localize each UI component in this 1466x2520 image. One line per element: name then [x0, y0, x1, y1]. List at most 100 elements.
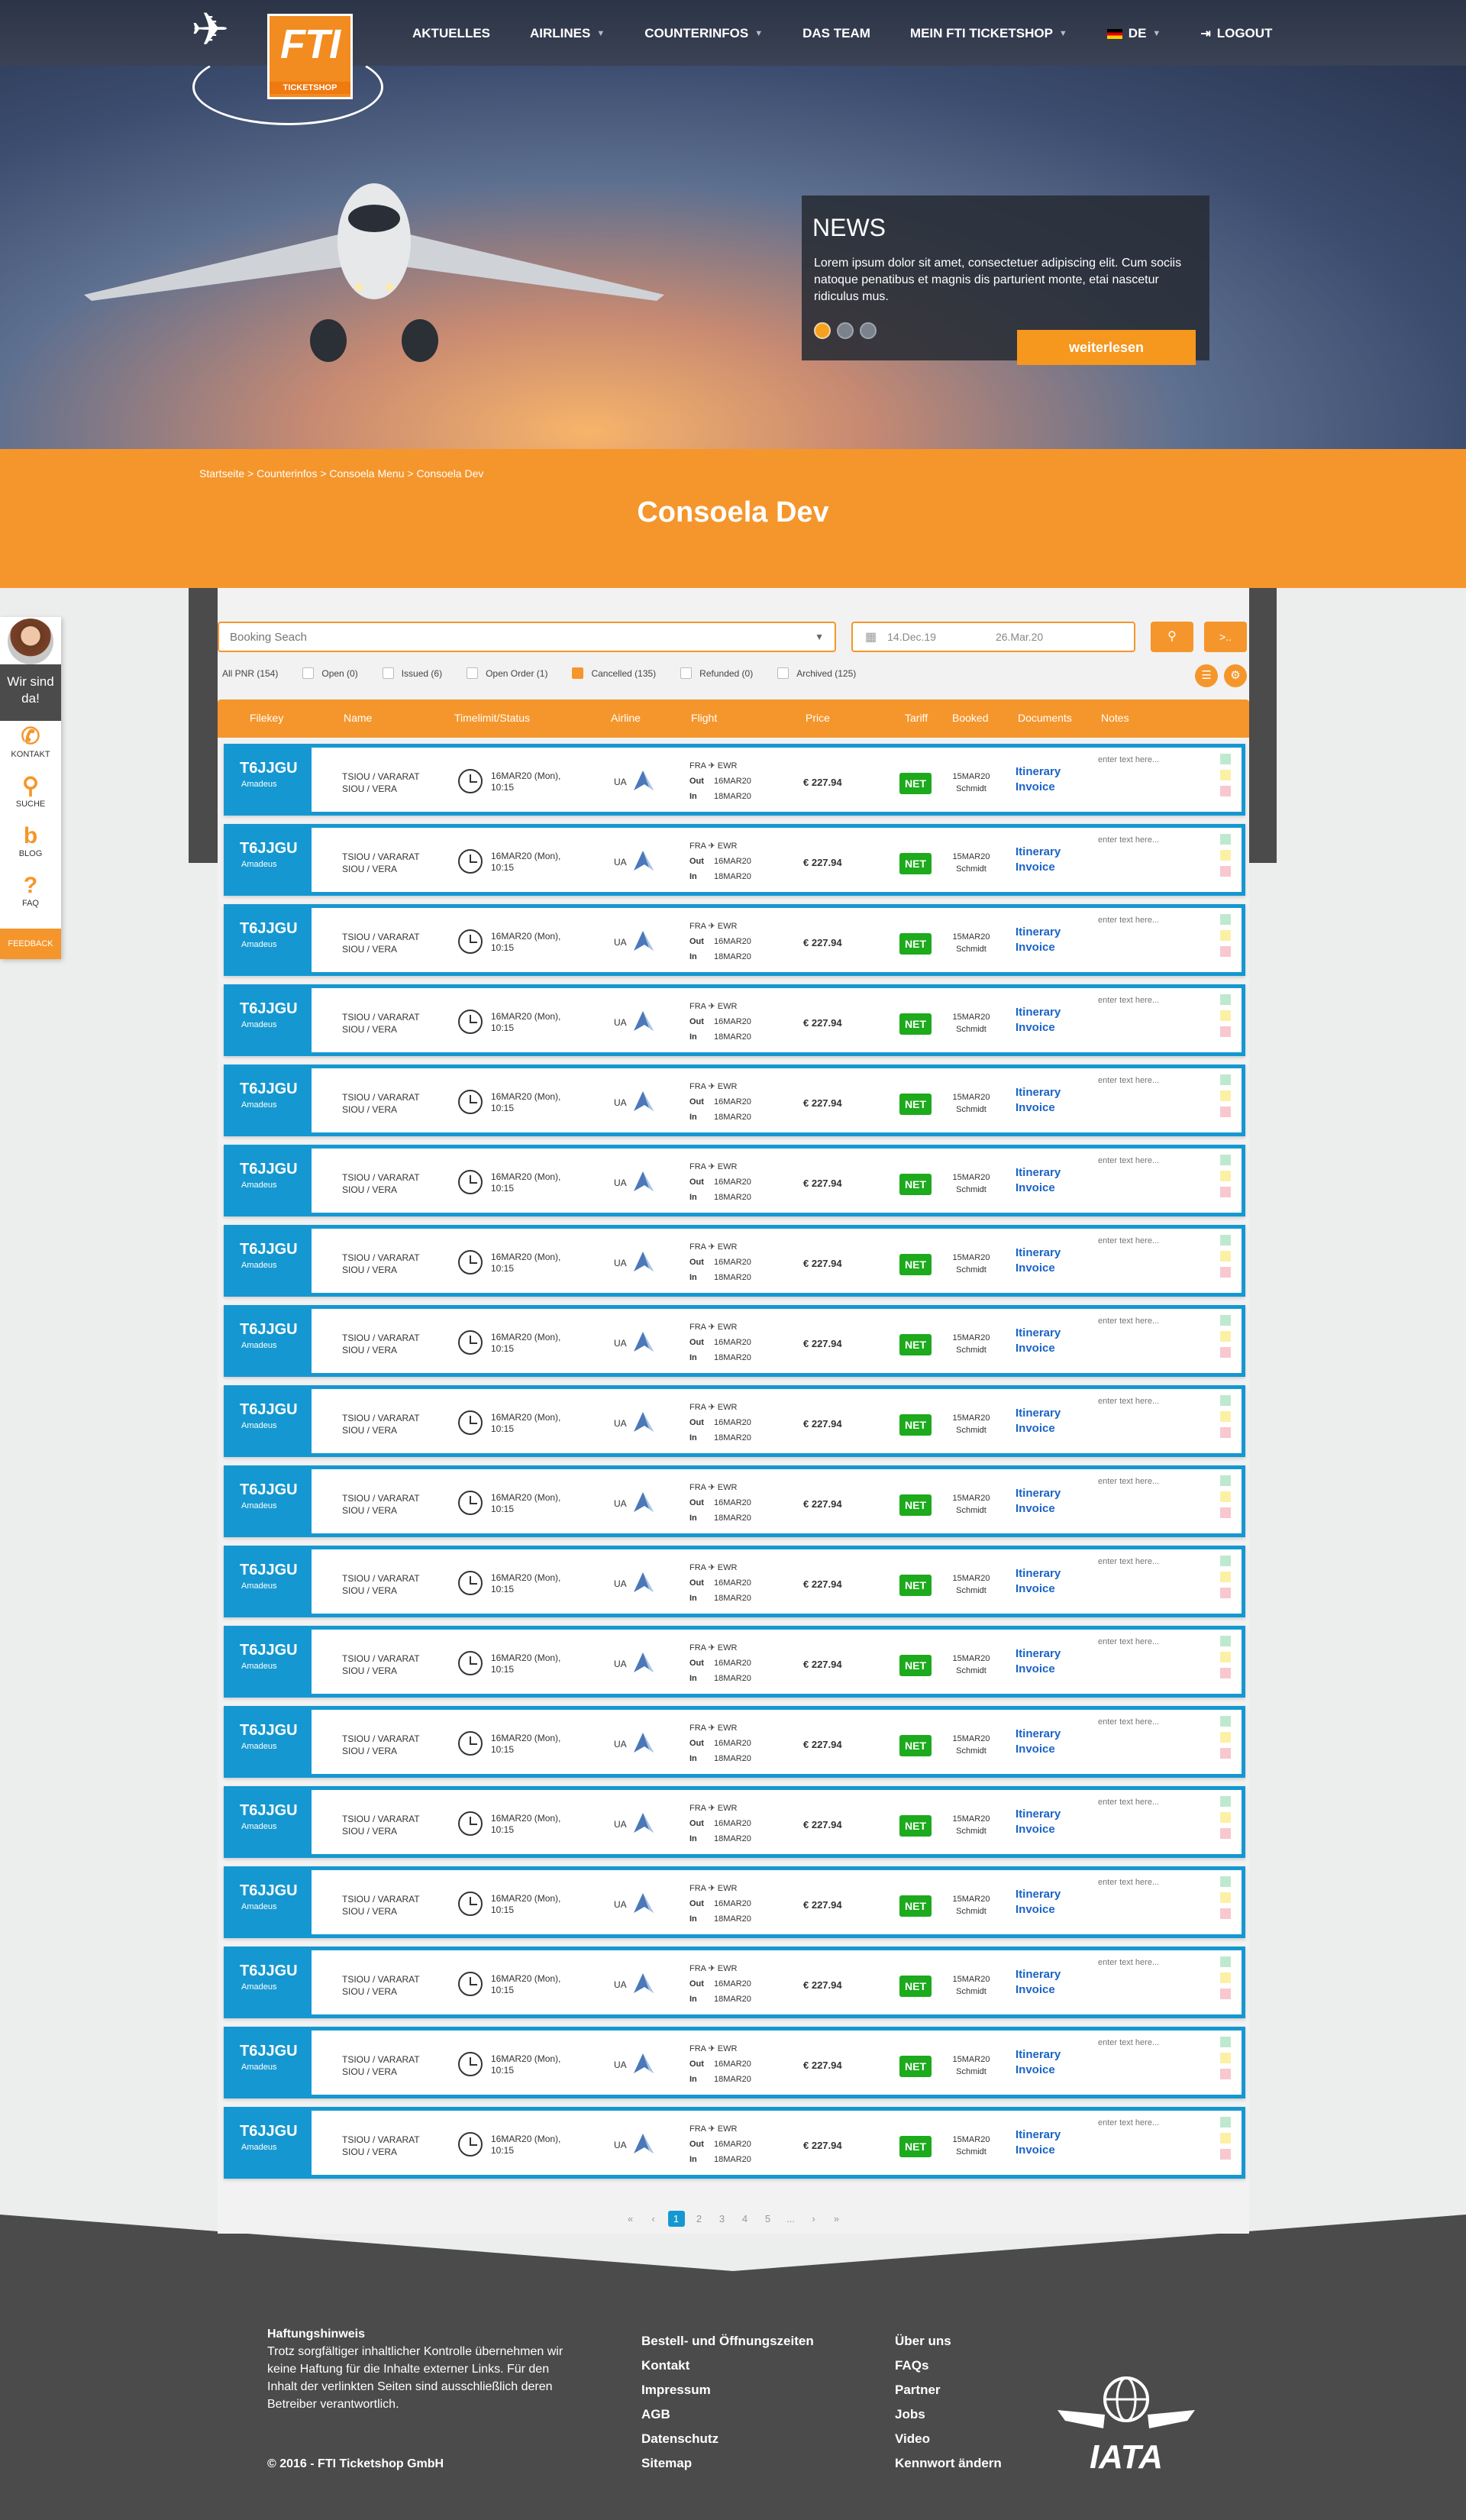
- tag-green[interactable]: [1220, 1956, 1231, 1967]
- table-row[interactable]: T6JJGU Amadeus TSIOU / VARARAT SIOU / VERA…: [224, 1305, 1245, 1377]
- tag-green[interactable]: [1220, 914, 1231, 925]
- invoice-link[interactable]: Invoice: [1016, 2143, 1061, 2158]
- itinerary-link[interactable]: Itinerary: [1016, 1326, 1061, 1341]
- filekey-cell[interactable]: T6JJGU Amadeus: [228, 1870, 312, 1934]
- notes-field[interactable]: [1098, 755, 1197, 809]
- notes-field[interactable]: [1098, 2038, 1197, 2092]
- filter-checkbox[interactable]: [680, 667, 693, 679]
- filter-checkbox[interactable]: [572, 667, 584, 679]
- col-tariff[interactable]: Tariff: [905, 712, 928, 724]
- itinerary-link[interactable]: Itinerary: [1016, 2047, 1061, 2063]
- filter-checkbox[interactable]: [302, 667, 315, 679]
- table-row[interactable]: T6JJGU Amadeus TSIOU / VARARAT SIOU / VERA…: [224, 984, 1245, 1056]
- notes-field[interactable]: [1098, 1397, 1197, 1450]
- table-row[interactable]: T6JJGU Amadeus TSIOU / VARARAT SIOU / VERA…: [224, 744, 1245, 816]
- tag-yellow[interactable]: [1220, 1892, 1231, 1903]
- tag-yellow[interactable]: [1220, 1491, 1231, 1502]
- notes-field[interactable]: [1098, 835, 1197, 889]
- footer-link[interactable]: Über uns: [895, 2329, 1002, 2354]
- notes-field[interactable]: [1098, 916, 1197, 969]
- footer-link[interactable]: FAQs: [895, 2354, 1002, 2378]
- invoice-link[interactable]: Invoice: [1016, 1742, 1061, 1757]
- tag-green[interactable]: [1220, 1475, 1231, 1486]
- itinerary-link[interactable]: Itinerary: [1016, 1566, 1061, 1581]
- itinerary-link[interactable]: Itinerary: [1016, 845, 1061, 860]
- carousel-dot[interactable]: [837, 322, 854, 339]
- tag-green[interactable]: [1220, 1796, 1231, 1807]
- tag-green[interactable]: [1220, 834, 1231, 845]
- tag-yellow[interactable]: [1220, 1732, 1231, 1743]
- filter-item[interactable]: Issued (6): [382, 667, 442, 679]
- itinerary-link[interactable]: Itinerary: [1016, 1887, 1061, 1902]
- table-row[interactable]: T6JJGU Amadeus TSIOU / VARARAT SIOU / VERA…: [224, 1706, 1245, 1778]
- filekey-cell[interactable]: T6JJGU Amadeus: [228, 988, 312, 1052]
- fti-ticketshop-logo[interactable]: ✈ FTI TICKETSHOP: [191, 3, 389, 125]
- tag-red[interactable]: [1220, 1828, 1231, 1839]
- search-button[interactable]: ⚲: [1151, 622, 1193, 652]
- itinerary-link[interactable]: Itinerary: [1016, 1807, 1061, 1822]
- side-suche[interactable]: ⚲ SUCHE: [0, 774, 61, 809]
- invoice-link[interactable]: Invoice: [1016, 1261, 1061, 1276]
- invoice-link[interactable]: Invoice: [1016, 1581, 1061, 1597]
- invoice-link[interactable]: Invoice: [1016, 1662, 1061, 1677]
- filekey-cell[interactable]: T6JJGU Amadeus: [228, 1309, 312, 1373]
- tag-yellow[interactable]: [1220, 1411, 1231, 1422]
- page-1[interactable]: 1: [667, 2211, 685, 2227]
- footer-link[interactable]: Bestell- und Öffnungszeiten: [641, 2329, 814, 2354]
- col-name[interactable]: Name: [344, 712, 372, 724]
- feedback-button[interactable]: FEEDBACK: [0, 929, 61, 959]
- page-4[interactable]: 4: [737, 2213, 754, 2224]
- tag-green[interactable]: [1220, 2037, 1231, 2047]
- first-page-button[interactable]: «: [622, 2213, 639, 2224]
- tag-red[interactable]: [1220, 1908, 1231, 1919]
- language-selector[interactable]: DE ▼: [1106, 26, 1161, 41]
- col-flight[interactable]: Flight: [691, 712, 717, 724]
- tag-yellow[interactable]: [1220, 850, 1231, 861]
- filter-item[interactable]: Refunded (0): [680, 667, 753, 679]
- page-5[interactable]: 5: [760, 2213, 777, 2224]
- side-blog[interactable]: b BLOG: [0, 823, 61, 858]
- tag-yellow[interactable]: [1220, 1331, 1231, 1342]
- notes-field[interactable]: [1098, 1317, 1197, 1370]
- tag-red[interactable]: [1220, 866, 1231, 877]
- tag-red[interactable]: [1220, 946, 1231, 957]
- date-to[interactable]: 26.Mar.20: [996, 631, 1043, 643]
- filekey-cell[interactable]: T6JJGU Amadeus: [228, 1790, 312, 1854]
- table-row[interactable]: T6JJGU Amadeus TSIOU / VARARAT SIOU / VERA…: [224, 1065, 1245, 1136]
- filekey-cell[interactable]: T6JJGU Amadeus: [228, 908, 312, 972]
- last-page-button[interactable]: »: [828, 2213, 845, 2224]
- footer-link[interactable]: Sitemap: [641, 2451, 814, 2476]
- notes-field[interactable]: [1098, 1156, 1197, 1210]
- footer-link[interactable]: Video: [895, 2427, 1002, 2451]
- notes-field[interactable]: [1098, 1557, 1197, 1611]
- tag-green[interactable]: [1220, 2117, 1231, 2127]
- tag-red[interactable]: [1220, 786, 1231, 796]
- breadcrumb[interactable]: Startseite > Counterinfos > Consoela Men…: [199, 467, 483, 480]
- filekey-cell[interactable]: T6JJGU Amadeus: [228, 1630, 312, 1694]
- read-more-button[interactable]: weiterlesen: [1017, 330, 1196, 365]
- invoice-link[interactable]: Invoice: [1016, 2063, 1061, 2078]
- invoice-link[interactable]: Invoice: [1016, 1822, 1061, 1837]
- tag-yellow[interactable]: [1220, 770, 1231, 780]
- col-timelimit[interactable]: Timelimit/Status: [454, 712, 530, 724]
- itinerary-link[interactable]: Itinerary: [1016, 1486, 1061, 1501]
- tag-green[interactable]: [1220, 1315, 1231, 1326]
- footer-link[interactable]: Datenschutz: [641, 2427, 814, 2451]
- filter-item[interactable]: Cancelled (135): [572, 667, 656, 679]
- notes-field[interactable]: [1098, 1076, 1197, 1129]
- tag-green[interactable]: [1220, 1235, 1231, 1245]
- nav-airlines[interactable]: AIRLINES ▼: [530, 26, 605, 41]
- prev-page-button[interactable]: ‹: [645, 2213, 662, 2224]
- tag-red[interactable]: [1220, 1507, 1231, 1518]
- itinerary-link[interactable]: Itinerary: [1016, 1727, 1061, 1742]
- tag-red[interactable]: [1220, 1187, 1231, 1197]
- table-row[interactable]: T6JJGU Amadeus TSIOU / VARARAT SIOU / VERA…: [224, 1385, 1245, 1457]
- table-row[interactable]: T6JJGU Amadeus TSIOU / VARARAT SIOU / VERA…: [224, 1786, 1245, 1858]
- tag-green[interactable]: [1220, 1155, 1231, 1165]
- nav-das-team[interactable]: DAS TEAM: [802, 26, 870, 41]
- filter-item[interactable]: All PNR (154): [222, 668, 278, 679]
- itinerary-link[interactable]: Itinerary: [1016, 1406, 1061, 1421]
- invoice-link[interactable]: Invoice: [1016, 1421, 1061, 1436]
- tag-yellow[interactable]: [1220, 1652, 1231, 1662]
- col-filekey[interactable]: Filekey: [250, 712, 283, 724]
